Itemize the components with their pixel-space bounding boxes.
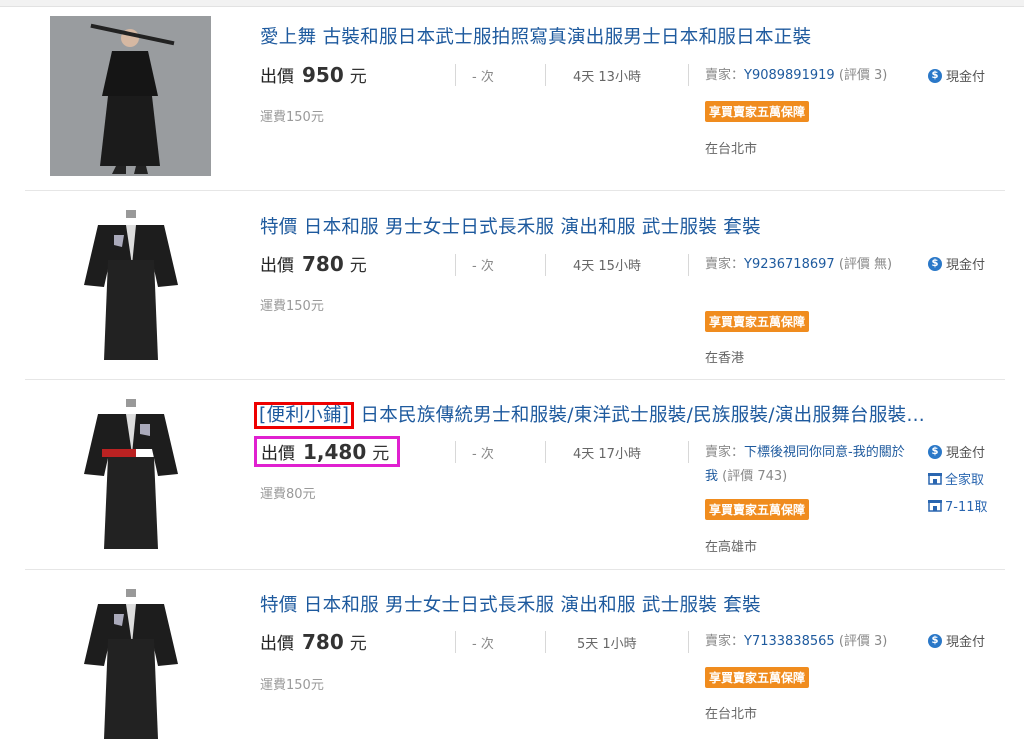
price-unit: 元 (349, 256, 367, 276)
payment-cash: $ 現金付 (928, 66, 985, 85)
seller-label: 賣家： (705, 634, 745, 649)
seller-id-link[interactable]: Y9236718697 (744, 257, 835, 272)
column-divider (688, 441, 689, 463)
seller-info: 賣家：Y7133838565 (評價 3) (705, 630, 920, 654)
listing-item-2: 特價 日本和服 男士女士日式長禾服 演出和服 武士服裝 套裝 出價 780 元 運費… (0, 190, 1024, 380)
payment-label: 現金付 (946, 258, 986, 273)
seller-guarantee-badge: 享買賣家五萬保障 (705, 101, 810, 122)
price-value: 950 (302, 63, 344, 87)
dollar-coin-icon: $ (928, 68, 942, 83)
payment-cash: $ 現金付 (928, 254, 985, 273)
price: 出價 780 元 (260, 629, 367, 654)
column-divider (688, 64, 689, 86)
column-divider (545, 64, 546, 86)
bid-count: - 次 (472, 447, 494, 462)
time-left: 4天 13小時 (573, 70, 641, 85)
bid-count: - 次 (472, 70, 494, 85)
price-label: 出價 (260, 256, 294, 276)
payment-cash: $ 現金付 (928, 442, 985, 461)
column-divider (545, 441, 546, 463)
product-thumbnail[interactable] (78, 394, 184, 554)
column-divider (455, 631, 456, 653)
payment-familymart-pickup: 全家取 (928, 469, 984, 488)
seller-info: 賣家：下標後視同你同意-我的關於我 (評價 743) (705, 441, 910, 489)
listing-title[interactable]: 特價 日本和服 男士女士日式長禾服 演出和服 武士服裝 套裝 (260, 213, 761, 239)
dollar-coin-icon: $ (928, 444, 942, 459)
seller-rating[interactable]: (評價 無) (839, 257, 892, 272)
shipping-fee: 運費80元 (260, 487, 316, 502)
listing-title[interactable]: 愛上舞 古裝和服日本武士服拍照寫真演出服男士日本和服日本正裝 (260, 23, 811, 49)
seller-location: 在台北市 (705, 707, 758, 722)
listing-title[interactable]: [便利小鋪] 日本民族傳統男士和服裝/東洋武士服裝/民族服裝/演出服舞台服裝..… (254, 401, 925, 429)
time-left: 5天 1小時 (577, 637, 637, 652)
listing-item-1: 愛上舞 古裝和服日本武士服拍照寫真演出服男士日本和服日本正裝 出價 950 元 運費… (0, 0, 1024, 190)
shipping-fee: 運費150元 (260, 678, 324, 693)
column-divider (545, 254, 546, 276)
seller-label: 賣家： (705, 445, 745, 460)
seller-rating[interactable]: (評價 743) (722, 469, 787, 484)
payment-label: 現金付 (946, 446, 986, 461)
kimono-costume-photo (78, 394, 184, 554)
listing-title-text[interactable]: 日本民族傳統男士和服裝/東洋武士服裝/民族服裝/演出服舞台服裝... (360, 405, 925, 426)
seller-rating[interactable]: (評價 3) (839, 634, 888, 649)
price-unit: 元 (372, 444, 390, 464)
price-label: 出價 (260, 634, 294, 654)
column-divider (455, 254, 456, 276)
payment-label: 現金付 (946, 70, 986, 85)
bid-count: - 次 (472, 259, 494, 274)
price: 出價 780 元 (260, 251, 367, 276)
payment-label: 現金付 (946, 635, 986, 650)
kimono-costume-photo (78, 205, 184, 365)
payment-label: 全家取 (945, 473, 985, 488)
price: 出價 950 元 (260, 62, 367, 87)
shipping-fee: 運費150元 (260, 299, 324, 314)
price-value: 1,480 (303, 440, 367, 464)
price-label: 出價 (261, 444, 295, 464)
payment-label: 7-11取 (945, 500, 988, 515)
column-divider (688, 254, 689, 276)
seller-info: 賣家：Y9236718697 (評價 無) (705, 253, 905, 277)
column-divider (455, 64, 456, 86)
seller-label: 賣家： (705, 257, 745, 272)
seller-id-link[interactable]: Y7133838565 (744, 634, 835, 649)
column-divider (545, 631, 546, 653)
payment-cash: $ 現金付 (928, 631, 985, 650)
payment-711-pickup: 7-11取 (928, 496, 988, 515)
convenience-store-icon (928, 473, 942, 485)
price-unit: 元 (349, 67, 367, 87)
column-divider (688, 631, 689, 653)
seller-guarantee-badge: 享買賣家五萬保障 (705, 311, 810, 332)
price-label: 出價 (260, 67, 294, 87)
listing-item-4: 特價 日本和服 男士女士日式長禾服 演出和服 武士服裝 套裝 出價 780 元 運費… (0, 569, 1024, 751)
dollar-coin-icon: $ (928, 256, 942, 271)
listing-item-3: [便利小鋪] 日本民族傳統男士和服裝/東洋武士服裝/民族服裝/演出服舞台服裝..… (0, 379, 1024, 569)
shop-tag-highlight[interactable]: [便利小鋪] (254, 402, 355, 429)
seller-id-link[interactable]: Y9089891919 (744, 68, 835, 83)
seller-guarantee-badge: 享買賣家五萬保障 (705, 499, 810, 520)
column-divider (455, 441, 456, 463)
price-value: 780 (302, 252, 344, 276)
price-unit: 元 (349, 634, 367, 654)
seller-guarantee-badge: 享買賣家五萬保障 (705, 667, 810, 688)
seller-location: 在香港 (705, 351, 745, 366)
product-thumbnail[interactable] (78, 205, 184, 365)
time-left: 4天 15小時 (573, 259, 641, 274)
listing-title[interactable]: 特價 日本和服 男士女士日式長禾服 演出和服 武士服裝 套裝 (260, 591, 761, 617)
seller-location: 在台北市 (705, 142, 758, 157)
samurai-costume-photo (50, 16, 211, 176)
price-value: 780 (302, 630, 344, 654)
convenience-store-icon (928, 500, 942, 512)
time-left: 4天 17小時 (573, 447, 641, 462)
product-thumbnail[interactable] (50, 16, 211, 176)
seller-rating[interactable]: (評價 3) (839, 68, 888, 83)
dollar-coin-icon: $ (928, 633, 942, 648)
bid-count: - 次 (472, 637, 494, 652)
price-highlighted: 出價 1,480 元 (254, 436, 401, 467)
shipping-fee: 運費150元 (260, 110, 324, 125)
product-thumbnail[interactable] (78, 584, 184, 744)
seller-info: 賣家：Y9089891919 (評價 3) (705, 64, 920, 88)
seller-location: 在高雄市 (705, 540, 758, 555)
kimono-costume-photo (78, 584, 184, 744)
seller-label: 賣家： (705, 68, 745, 83)
